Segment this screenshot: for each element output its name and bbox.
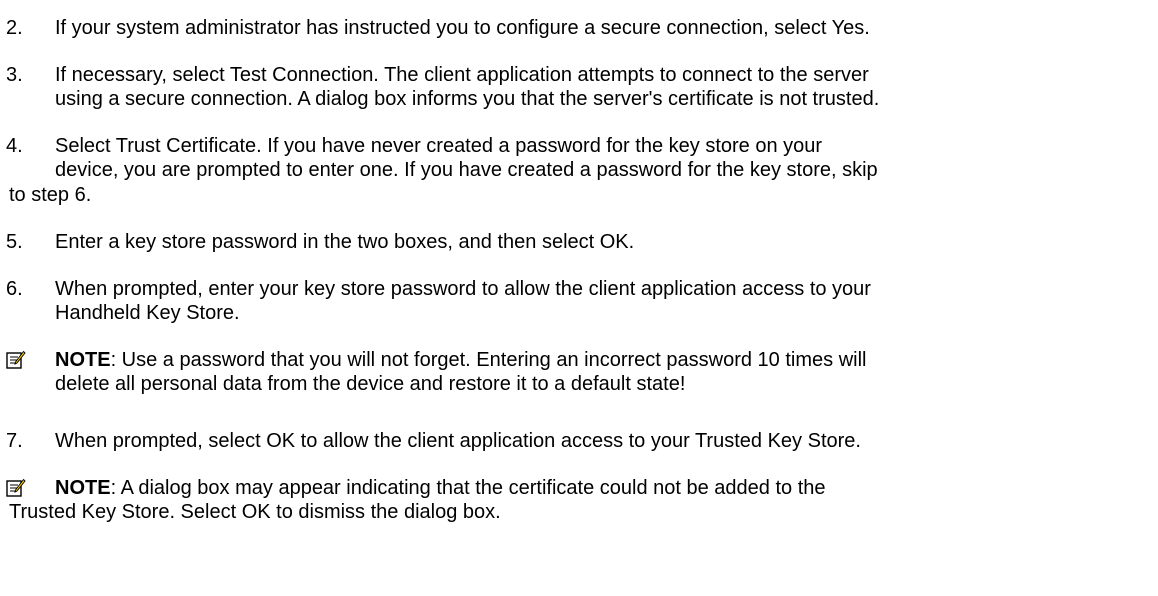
step-number: 6. — [6, 278, 23, 300]
note-line: NOTE: A dialog box may appear indicating… — [55, 476, 1154, 500]
document-page: 2. If your system administrator has inst… — [0, 0, 1158, 596]
step-text-line: using a secure connection. A dialog box … — [55, 88, 880, 110]
note-label: NOTE — [55, 477, 111, 499]
step-text-line: Select Trust Certificate. If you have ne… — [55, 135, 823, 157]
step-text-line: device, you are prompted to enter one. I… — [55, 159, 878, 181]
note-icon — [6, 350, 26, 369]
step-text-line: to step 6. — [9, 184, 92, 206]
step-number: 7. — [6, 430, 23, 452]
note-line: delete all personal data from the device… — [55, 373, 686, 395]
note-icon — [6, 478, 26, 497]
note-line: Trusted Key Store. Select OK to dismiss … — [9, 501, 501, 523]
note-text: : A dialog box may appear indicating tha… — [110, 477, 826, 499]
step-text: When prompted, select OK to allow the cl… — [55, 430, 861, 452]
step-text-line: If necessary, select Test Connection. Th… — [55, 64, 869, 86]
step-text: Enter a key store password in the two bo… — [55, 231, 635, 253]
step-number: 2. — [6, 17, 23, 39]
step-text: If your system administrator has instruc… — [55, 17, 870, 39]
note-text: : Use a password that you will not forge… — [110, 349, 867, 371]
step-text-line: Handheld Key Store. — [55, 302, 240, 324]
note-line: NOTE: Use a password that you will not f… — [55, 348, 1154, 372]
step-text-line: When prompted, enter your key store pass… — [55, 278, 871, 300]
note-label: NOTE — [55, 349, 111, 371]
step-number: 3. — [6, 64, 23, 86]
step-number: 5. — [6, 231, 23, 253]
step-number: 4. — [6, 135, 23, 157]
